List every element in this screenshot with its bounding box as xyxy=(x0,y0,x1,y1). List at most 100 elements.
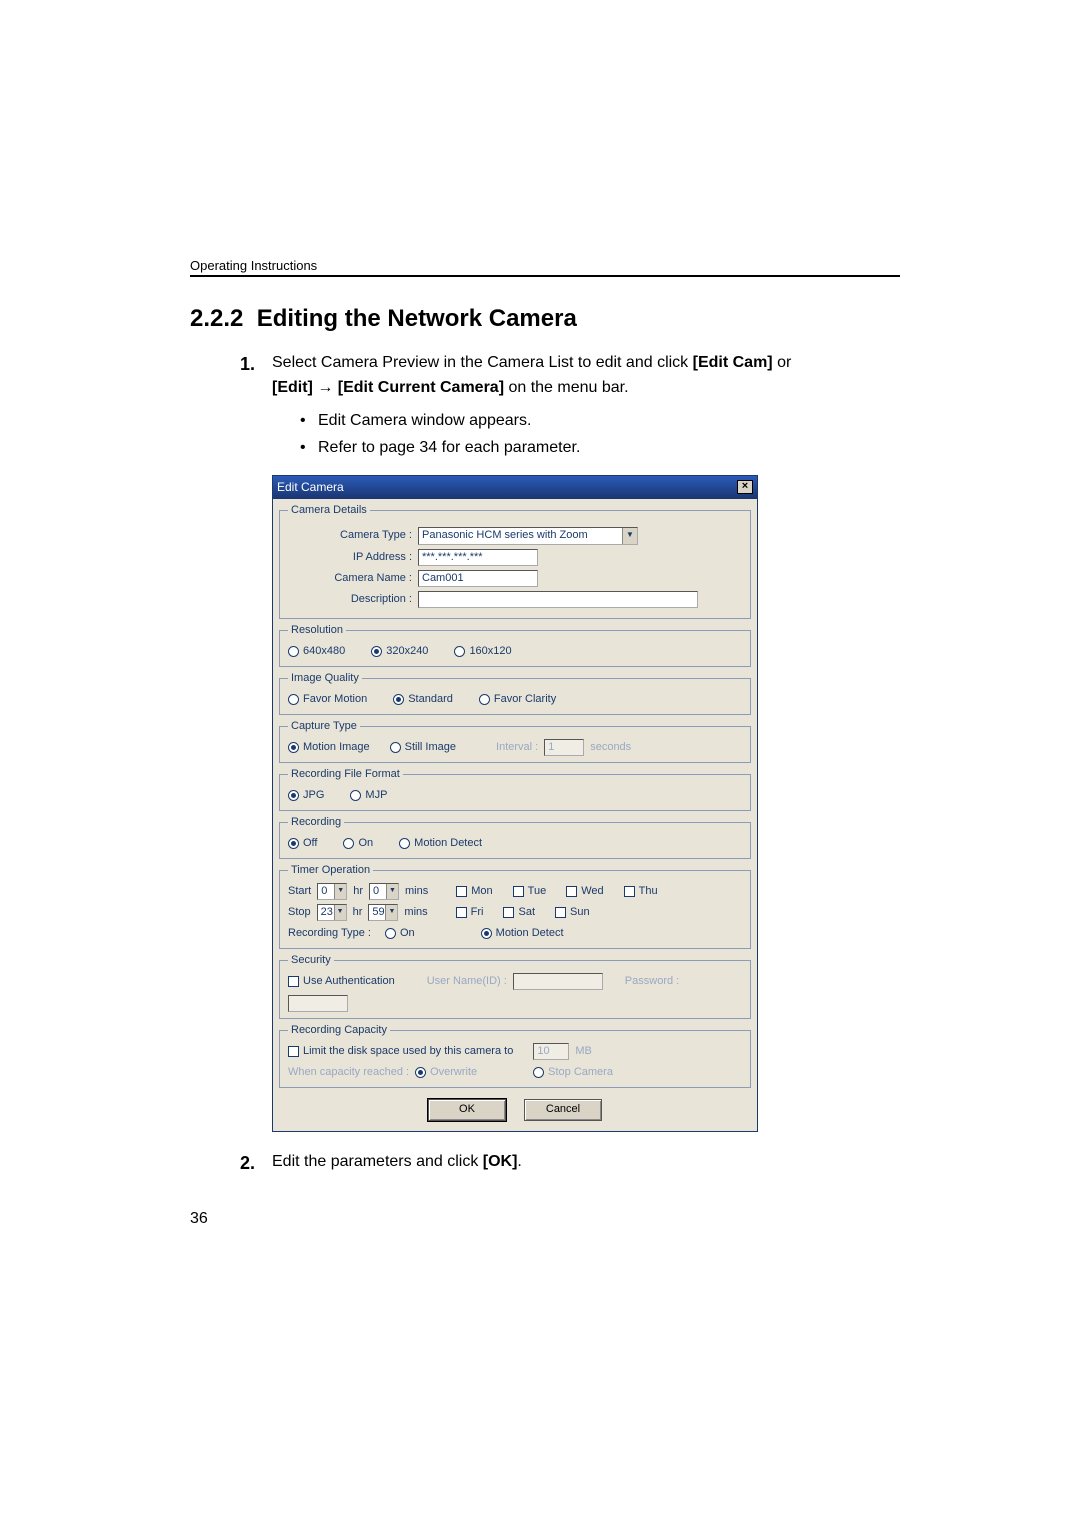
close-icon[interactable]: × xyxy=(737,480,753,494)
check-fri[interactable]: Fri xyxy=(456,904,484,921)
timer-legend: Timer Operation xyxy=(288,862,373,879)
limit-unit: MB xyxy=(575,1043,592,1060)
radio-still-image[interactable]: Still Image xyxy=(390,739,456,756)
arrow-icon: → xyxy=(313,379,338,396)
radio-320x240[interactable]: 320x240 xyxy=(371,643,428,660)
radio-640x480[interactable]: 640x480 xyxy=(288,643,345,660)
description-field[interactable] xyxy=(418,591,698,608)
check-sun-label: Sun xyxy=(570,904,590,921)
capacity-group: Recording Capacity Limit the disk space … xyxy=(279,1022,751,1088)
stop-hour-select[interactable]: 23▼ xyxy=(317,904,347,921)
capacity-legend: Recording Capacity xyxy=(288,1022,390,1039)
limit-value-field[interactable]: 10 xyxy=(533,1043,569,1060)
stop-min-value: 59 xyxy=(372,904,384,921)
edit-current-camera-ref: [Edit Current Camera] xyxy=(338,379,504,396)
step1-text-c: on the menu bar. xyxy=(504,379,629,396)
camera-details-legend: Camera Details xyxy=(288,502,370,519)
step-1: Select Camera Preview in the Camera List… xyxy=(240,351,900,1132)
radio-overwrite[interactable]: Overwrite xyxy=(415,1064,477,1081)
resolution-legend: Resolution xyxy=(288,622,346,639)
radio-standard[interactable]: Standard xyxy=(393,691,453,708)
section-heading: Editing the Network Camera xyxy=(257,305,577,332)
stop-hour-value: 23 xyxy=(321,904,333,921)
chevron-down-icon: ▼ xyxy=(334,884,346,899)
check-sat[interactable]: Sat xyxy=(503,904,535,921)
camera-details-group: Camera Details Camera Type : Panasonic H… xyxy=(279,502,751,619)
username-label: User Name(ID) : xyxy=(427,973,507,990)
step1-text-a: Select Camera Preview in the Camera List… xyxy=(272,354,693,371)
start-hour-select[interactable]: 0▼ xyxy=(317,883,347,900)
resolution-group: Resolution 640x480 320x240 160x120 xyxy=(279,622,751,667)
cancel-button[interactable]: Cancel xyxy=(524,1099,602,1121)
check-sat-label: Sat xyxy=(518,904,535,921)
start-min-value: 0 xyxy=(373,883,379,900)
check-limit-disk[interactable]: Limit the disk space used by this camera… xyxy=(288,1043,513,1060)
stop-min-select[interactable]: 59▼ xyxy=(368,904,398,921)
radio-standard-label: Standard xyxy=(408,691,453,708)
camera-type-value: Panasonic HCM series with Zoom xyxy=(422,527,588,544)
radio-rec-off-label: Off xyxy=(303,835,317,852)
mins-label-2: mins xyxy=(404,904,427,921)
camera-name-field[interactable]: Cam001 xyxy=(418,570,538,587)
file-format-legend: Recording File Format xyxy=(288,766,403,783)
rec-type-label: Recording Type : xyxy=(288,925,371,942)
radio-160x120[interactable]: 160x120 xyxy=(454,643,511,660)
radio-motion-image[interactable]: Motion Image xyxy=(288,739,370,756)
check-fri-label: Fri xyxy=(471,904,484,921)
radio-jpg[interactable]: JPG xyxy=(288,787,324,804)
radio-favor-motion[interactable]: Favor Motion xyxy=(288,691,367,708)
radio-mjp[interactable]: MJP xyxy=(350,787,387,804)
security-group: Security Use Authentication User Name(ID… xyxy=(279,952,751,1018)
radio-rec-on-label: On xyxy=(358,835,373,852)
check-use-auth[interactable]: Use Authentication xyxy=(288,973,395,990)
check-tue-label: Tue xyxy=(528,883,547,900)
radio-rec-motion-label: Motion Detect xyxy=(414,835,482,852)
username-field[interactable] xyxy=(513,973,603,990)
edit-camera-dialog: Edit Camera × Camera Details Camera Type… xyxy=(272,475,758,1132)
check-sun[interactable]: Sun xyxy=(555,904,590,921)
radio-rectype-on[interactable]: On xyxy=(385,925,415,942)
capture-type-legend: Capture Type xyxy=(288,718,360,735)
password-field[interactable] xyxy=(288,995,348,1012)
chevron-down-icon: ▼ xyxy=(385,905,397,920)
hr-label-2: hr xyxy=(353,904,363,921)
running-head: Operating Instructions xyxy=(190,258,900,277)
start-label: Start xyxy=(288,883,311,900)
page-number: 36 xyxy=(190,1210,208,1228)
radio-favor-motion-label: Favor Motion xyxy=(303,691,367,708)
section-number: 2.2.2 xyxy=(190,305,243,332)
check-mon[interactable]: Mon xyxy=(456,883,492,900)
radio-overwrite-label: Overwrite xyxy=(430,1064,477,1081)
check-thu[interactable]: Thu xyxy=(624,883,658,900)
radio-rec-off[interactable]: Off xyxy=(288,835,317,852)
interval-label: Interval : xyxy=(496,739,538,756)
edit-cam-ref: [Edit Cam] xyxy=(693,354,773,371)
check-tue[interactable]: Tue xyxy=(513,883,547,900)
step-2: Edit the parameters and click [OK]. xyxy=(240,1150,900,1175)
check-limit-disk-label: Limit the disk space used by this camera… xyxy=(303,1043,513,1060)
ip-address-field[interactable]: ***.***.***.*** xyxy=(418,549,538,566)
mins-label-1: mins xyxy=(405,883,428,900)
radio-rec-motion[interactable]: Motion Detect xyxy=(399,835,482,852)
radio-favor-clarity-label: Favor Clarity xyxy=(494,691,556,708)
radio-stop-camera[interactable]: Stop Camera xyxy=(533,1064,613,1081)
interval-field[interactable]: 1 xyxy=(544,739,584,756)
radio-rectype-motion[interactable]: Motion Detect xyxy=(481,925,564,942)
radio-160x120-label: 160x120 xyxy=(469,643,511,660)
radio-favor-clarity[interactable]: Favor Clarity xyxy=(479,691,556,708)
image-quality-legend: Image Quality xyxy=(288,670,362,687)
radio-640x480-label: 640x480 xyxy=(303,643,345,660)
radio-rec-on[interactable]: On xyxy=(343,835,373,852)
step1-bullet-2: Refer to page 34 for each parameter. xyxy=(300,434,900,461)
ok-button[interactable]: OK xyxy=(428,1099,506,1121)
check-wed[interactable]: Wed xyxy=(566,883,603,900)
step2-text-a: Edit the parameters and click xyxy=(272,1153,483,1170)
when-capacity-label: When capacity reached : xyxy=(288,1064,409,1081)
start-min-select[interactable]: 0▼ xyxy=(369,883,399,900)
capture-type-group: Capture Type Motion Image Still Image In… xyxy=(279,718,751,763)
camera-type-select[interactable]: Panasonic HCM series with Zoom ▼ xyxy=(418,527,638,545)
stop-label: Stop xyxy=(288,904,311,921)
interval-unit: seconds xyxy=(590,739,631,756)
radio-jpg-label: JPG xyxy=(303,787,324,804)
start-hour-value: 0 xyxy=(321,883,327,900)
